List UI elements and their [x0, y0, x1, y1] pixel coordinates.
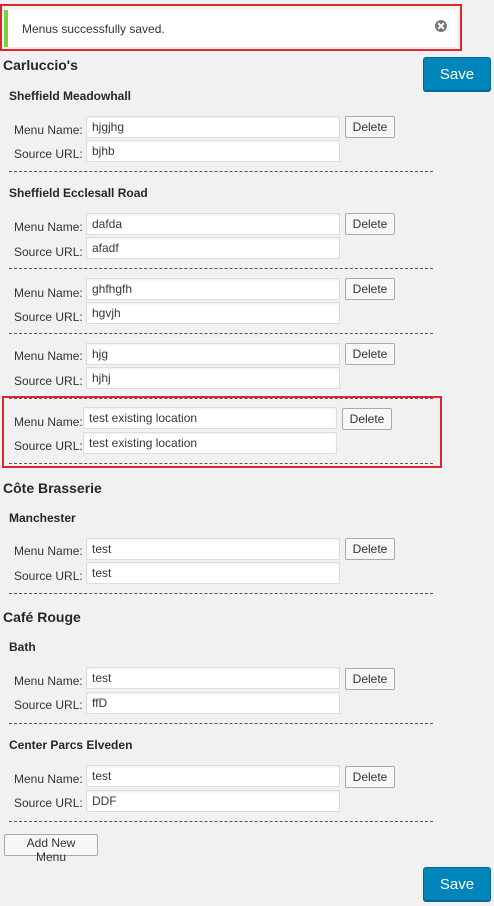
notice-text: Menus successfully saved.: [22, 22, 165, 36]
menu-name-label: Menu Name:: [14, 772, 83, 786]
source-url-label: Source URL:: [14, 569, 83, 583]
delete-button[interactable]: Delete: [345, 766, 395, 788]
brand-heading: Café Rouge: [3, 609, 81, 625]
menu-separator: [9, 171, 433, 172]
success-notice: Menus successfully saved.: [4, 10, 457, 47]
menu-name-input[interactable]: [86, 343, 340, 365]
menu-separator: [9, 723, 433, 724]
menu-separator: [9, 333, 433, 334]
source-url-input[interactable]: [83, 432, 337, 454]
source-url-label: Source URL:: [14, 310, 83, 324]
delete-button[interactable]: Delete: [345, 278, 395, 300]
source-url-label: Source URL:: [14, 147, 83, 161]
menu-separator: [9, 463, 433, 464]
menu-name-label: Menu Name:: [14, 220, 83, 234]
source-url-input[interactable]: [86, 562, 340, 584]
menu-name-input[interactable]: [86, 667, 340, 689]
menu-name-label: Menu Name:: [14, 544, 83, 558]
menu-name-input[interactable]: [86, 278, 340, 300]
source-url-input[interactable]: [86, 140, 340, 162]
source-url-label: Source URL:: [14, 439, 83, 453]
menu-separator: [9, 821, 433, 822]
save-button-bottom[interactable]: Save: [423, 867, 491, 901]
menu-name-input[interactable]: [86, 116, 340, 138]
menu-name-label: Menu Name:: [14, 415, 83, 429]
location-heading: Sheffield Ecclesall Road: [9, 186, 148, 200]
menu-name-label: Menu Name:: [14, 674, 83, 688]
menu-separator: [9, 268, 433, 269]
menu-name-label: Menu Name:: [14, 349, 83, 363]
location-heading: Center Parcs Elveden: [9, 738, 133, 752]
source-url-label: Source URL:: [14, 245, 83, 259]
menu-name-input[interactable]: [83, 407, 337, 429]
location-heading: Bath: [9, 640, 36, 654]
menu-name-input[interactable]: [86, 213, 340, 235]
add-new-menu-button[interactable]: Add New Menu: [4, 834, 98, 864]
menu-separator: [9, 593, 433, 594]
close-circle-icon[interactable]: [435, 20, 447, 32]
delete-button[interactable]: Delete: [342, 408, 392, 430]
delete-button[interactable]: Delete: [345, 343, 395, 365]
source-url-label: Source URL:: [14, 698, 83, 712]
location-heading: Manchester: [9, 511, 76, 525]
menu-name-input[interactable]: [86, 765, 340, 787]
brand-heading: Côte Brasserie: [3, 480, 102, 496]
source-url-input[interactable]: [86, 302, 340, 324]
menu-name-label: Menu Name:: [14, 123, 83, 137]
save-button-top[interactable]: Save: [423, 57, 491, 91]
location-heading: Sheffield Meadowhall: [9, 89, 132, 103]
source-url-input[interactable]: [86, 692, 340, 714]
menu-name-input[interactable]: [86, 538, 340, 560]
source-url-label: Source URL:: [14, 374, 83, 388]
source-url-input[interactable]: [86, 237, 340, 259]
menu-name-label: Menu Name:: [14, 286, 83, 300]
delete-button[interactable]: Delete: [345, 538, 395, 560]
delete-button[interactable]: Delete: [345, 116, 395, 138]
source-url-label: Source URL:: [14, 796, 83, 810]
delete-button[interactable]: Delete: [345, 668, 395, 690]
delete-button[interactable]: Delete: [345, 213, 395, 235]
source-url-input[interactable]: [86, 367, 340, 389]
brand-heading: Carluccio's: [3, 57, 78, 73]
source-url-input[interactable]: [86, 790, 340, 812]
